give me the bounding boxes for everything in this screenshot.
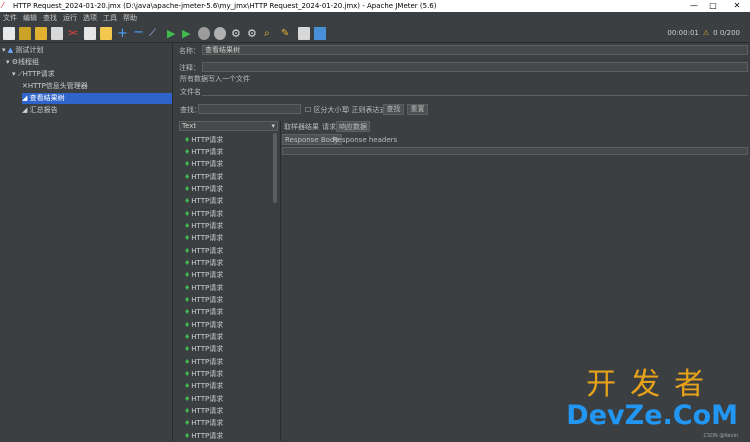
list-item[interactable]: ♦HTTP请求 [184, 393, 223, 405]
filename-field[interactable] [202, 86, 748, 96]
save-icon[interactable] [51, 27, 63, 40]
comment-label: 注释： [179, 64, 200, 72]
tree-node-header-manager[interactable]: ✕HTTP信息头管理器 [22, 81, 88, 92]
menu-edit[interactable]: 编辑 [23, 13, 37, 23]
case-sensitive-checkbox[interactable]: ☐ 区分大小写 [305, 105, 349, 115]
menu-options[interactable]: 选项 [83, 13, 97, 23]
jmeter-feather-icon: ⁄ [2, 1, 4, 10]
tab-sampler-result[interactable]: 取样器结果 [282, 122, 321, 133]
list-item[interactable]: ♦HTTP请求 [184, 294, 223, 306]
expand-icon[interactable]: + [117, 27, 129, 40]
start-icon[interactable]: ▶ [167, 27, 179, 40]
sample-list: ♦HTTP请求 ♦HTTP请求 ♦HTTP请求 ♦HTTP请求 ♦HTTP请求 … [176, 133, 280, 441]
response-search-bar[interactable] [282, 147, 748, 155]
cut-icon[interactable]: ✂ [68, 27, 80, 40]
filename-label: 文件名 [180, 88, 201, 96]
list-item[interactable]: ♦HTTP请求 [184, 232, 223, 244]
list-item[interactable]: ♦HTTP请求 [184, 306, 223, 318]
list-item[interactable]: ♦HTTP请求 [184, 146, 223, 158]
list-item[interactable]: ♦HTTP请求 [184, 245, 223, 257]
tree-node-test-plan[interactable]: ▾ ▲ 测试计划 [2, 45, 43, 56]
list-item[interactable]: ♦HTTP请求 [184, 319, 223, 331]
list-scrollbar[interactable] [273, 133, 277, 203]
clear-all-icon[interactable]: ⚙ [247, 27, 259, 40]
watermark-logo: 开发者 DevZe.CoM CSDN @Kevin [566, 367, 738, 440]
reset-button[interactable]: 重置 [407, 104, 428, 115]
tree-node-summary-report[interactable]: ◢ 汇总报告 [22, 105, 58, 116]
warning-icon: ⚠ [702, 29, 710, 37]
search-field[interactable] [198, 104, 301, 114]
list-item[interactable]: ♦HTTP请求 [184, 331, 223, 343]
test-plan-tree: ▾ ▲ 测试计划 ▾ ⚙线程组 ▾ ⟋HTTP请求 ✕HTTP信息头管理器 ◢ … [0, 44, 172, 441]
write-to-file-title: 所有数据写入一个文件 [180, 75, 250, 83]
open-icon[interactable] [35, 27, 47, 40]
list-item[interactable]: ♦HTTP请求 [184, 134, 223, 146]
stop-icon[interactable] [198, 27, 210, 40]
tree-node-http-request[interactable]: ▾ ⟋HTTP请求 [12, 69, 55, 80]
tab-response-data[interactable]: 响应数据 [336, 121, 370, 132]
templates-icon[interactable] [19, 27, 31, 40]
menu-help[interactable]: 帮助 [123, 13, 137, 23]
name-field[interactable]: 查看结果树 [202, 45, 748, 55]
chevron-down-icon: ▾ [271, 122, 275, 130]
renderer-select[interactable]: Text ▾ [179, 121, 278, 131]
start-no-pause-icon[interactable]: ▶ [182, 27, 194, 40]
minimize-button[interactable]: — [684, 0, 704, 12]
list-item[interactable]: ♦HTTP请求 [184, 195, 223, 207]
help-icon[interactable] [314, 27, 326, 40]
menu-run[interactable]: 运行 [63, 13, 77, 23]
watermark-credit: CSDN @Kevin [703, 433, 738, 439]
list-item[interactable]: ♦HTTP请求 [184, 171, 223, 183]
list-divider [280, 121, 281, 441]
regex-checkbox[interactable]: ☐ 正则表达式 [343, 105, 387, 115]
clear-icon[interactable]: ⚙ [231, 27, 243, 40]
list-item[interactable]: ♦HTTP请求 [184, 282, 223, 294]
list-item[interactable]: ♦HTTP请求 [184, 417, 223, 429]
list-item[interactable]: ♦HTTP请求 [184, 220, 223, 232]
paste-icon[interactable] [100, 27, 112, 40]
list-item[interactable]: ♦HTTP请求 [184, 257, 223, 269]
comment-field[interactable] [202, 62, 748, 72]
reset-search-icon[interactable]: ✎ [281, 27, 293, 40]
list-item[interactable]: ♦HTTP请求 [184, 380, 223, 392]
list-item[interactable]: ♦HTTP请求 [184, 405, 223, 417]
find-button[interactable]: 查找 [383, 104, 404, 115]
tree-node-thread-group[interactable]: ▾ ⚙线程组 [6, 57, 39, 68]
thread-count: 0 0/200 [713, 29, 740, 37]
toolbar: ✂ + − ⟋ ▶ ▶ ⚙ ⚙ ⌕ ✎ 00:00:01 ⚠ 0 0/200 [0, 24, 750, 43]
watermark-cn: 开发者 [586, 367, 719, 402]
maximize-button[interactable]: □ [703, 0, 723, 12]
list-item[interactable]: ♦HTTP请求 [184, 208, 223, 220]
list-item[interactable]: ♦HTTP请求 [184, 343, 223, 355]
tree-node-view-results[interactable]: ◢ 查看结果树 [22, 93, 172, 104]
search-icon[interactable]: ⌕ [264, 27, 276, 40]
menu-tools[interactable]: 工具 [103, 13, 117, 23]
menu-file[interactable]: 文件 [3, 13, 17, 23]
menu-search[interactable]: 查找 [43, 13, 57, 23]
list-item[interactable]: ♦HTTP请求 [184, 158, 223, 170]
toggle-icon[interactable]: ⟋ [149, 27, 161, 40]
menu-bar: 文件 编辑 查找 运行 选项 工具 帮助 [0, 12, 750, 24]
collapse-icon[interactable]: − [133, 26, 145, 40]
list-item[interactable]: ♦HTTP请求 [184, 430, 223, 442]
title-bar: ⁄ HTTP Request_2024-01-20.jmx (D:\java\a… [0, 0, 750, 12]
close-button[interactable]: ✕ [727, 0, 747, 12]
watermark-en: DevZe.CoM [566, 400, 738, 431]
list-item[interactable]: ♦HTTP请求 [184, 183, 223, 195]
list-item[interactable]: ♦HTTP请求 [184, 356, 223, 368]
elapsed-time: 00:00:01 [667, 29, 699, 37]
window-title: HTTP Request_2024-01-20.jmx (D:\java\apa… [13, 2, 437, 10]
new-icon[interactable] [3, 27, 15, 40]
shutdown-icon[interactable] [214, 27, 226, 40]
list-item[interactable]: ♦HTTP请求 [184, 269, 223, 281]
list-item[interactable]: ♦HTTP请求 [184, 368, 223, 380]
name-label: 名称： [179, 47, 200, 55]
copy-icon[interactable] [84, 27, 96, 40]
tab-response-headers[interactable]: Response headers [331, 135, 399, 146]
function-helper-icon[interactable] [298, 27, 310, 40]
